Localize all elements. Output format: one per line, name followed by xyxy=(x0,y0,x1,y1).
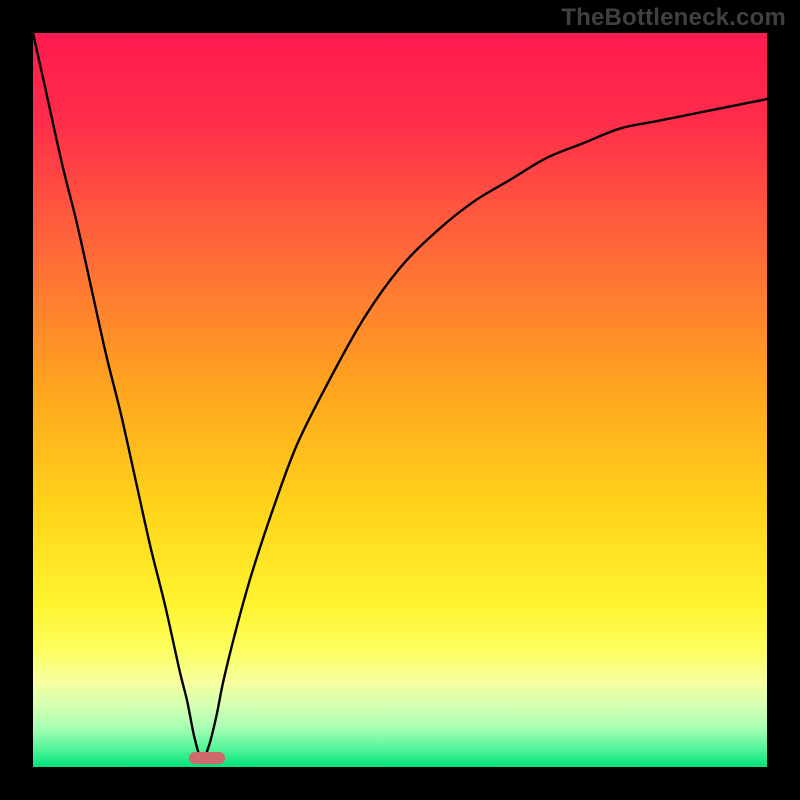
watermark-text: TheBottleneck.com xyxy=(561,4,786,32)
plot-area xyxy=(33,33,767,767)
gradient-background xyxy=(33,33,767,767)
optimum-marker xyxy=(189,752,225,764)
plot-svg xyxy=(33,33,767,767)
chart-frame: TheBottleneck.com xyxy=(0,0,800,800)
